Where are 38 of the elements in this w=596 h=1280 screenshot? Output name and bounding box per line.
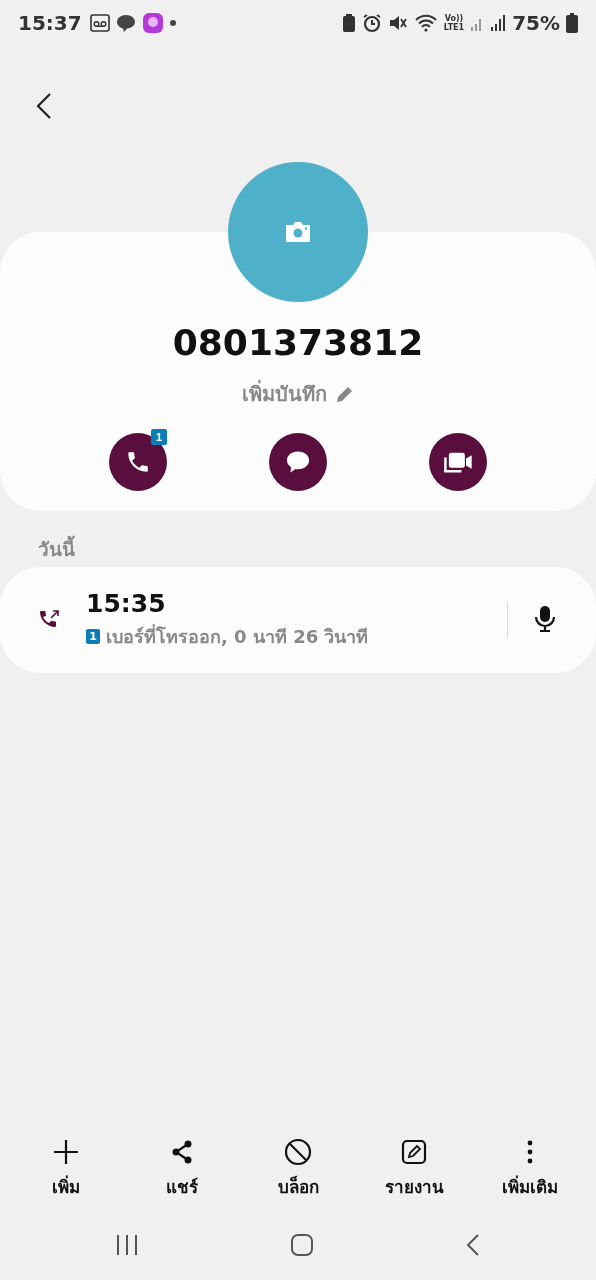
section-heading: วันนี้ [38,531,596,567]
signal-icon [490,13,507,32]
block-button[interactable]: บล็อก [243,1137,353,1200]
call-time: 15:35 [86,589,167,618]
home-icon[interactable] [290,1233,314,1257]
message-button[interactable] [269,433,327,491]
battery-icon [566,12,578,33]
recent-apps-icon[interactable] [115,1234,140,1256]
camera-icon [283,220,313,244]
voicemail-icon [89,13,110,32]
status-time: 15:37 [18,10,82,35]
call-log-item[interactable]: 15:35 1 เบอร์ที่โทรออก, 0 นาที 26 วินาที [0,567,596,673]
plus-icon [52,1138,80,1166]
sim-badge: 1 [151,429,167,445]
call-detail: เบอร์ที่โทรออก, 0 นาที 26 วินาที [106,623,369,649]
microphone-icon [534,604,556,633]
alarm-icon [361,12,382,33]
video-call-button[interactable] [429,433,487,491]
share-button[interactable]: แชร์ [127,1137,237,1200]
report-button[interactable]: รายงาน [359,1137,469,1200]
network-label: Vo)) LTE1 [443,13,465,32]
more-icon [526,1139,534,1165]
edit-square-icon [401,1139,427,1165]
back-icon[interactable] [464,1233,481,1257]
battery-percent: 75% [512,10,560,35]
sim-badge: 1 [86,629,100,644]
chat-app-icon [115,12,136,33]
share-icon [170,1139,194,1165]
dot-icon [169,19,176,26]
add-button[interactable]: เพิ่ม [11,1137,121,1200]
app-icon [141,11,164,34]
more-button[interactable]: เพิ่มเติม [475,1137,585,1200]
block-icon [284,1138,312,1166]
phone-icon [125,449,151,475]
battery-saver-icon [341,12,356,33]
wifi-icon [413,12,438,33]
phone-number: 0801373812 [172,322,424,363]
pencil-icon [334,384,355,404]
